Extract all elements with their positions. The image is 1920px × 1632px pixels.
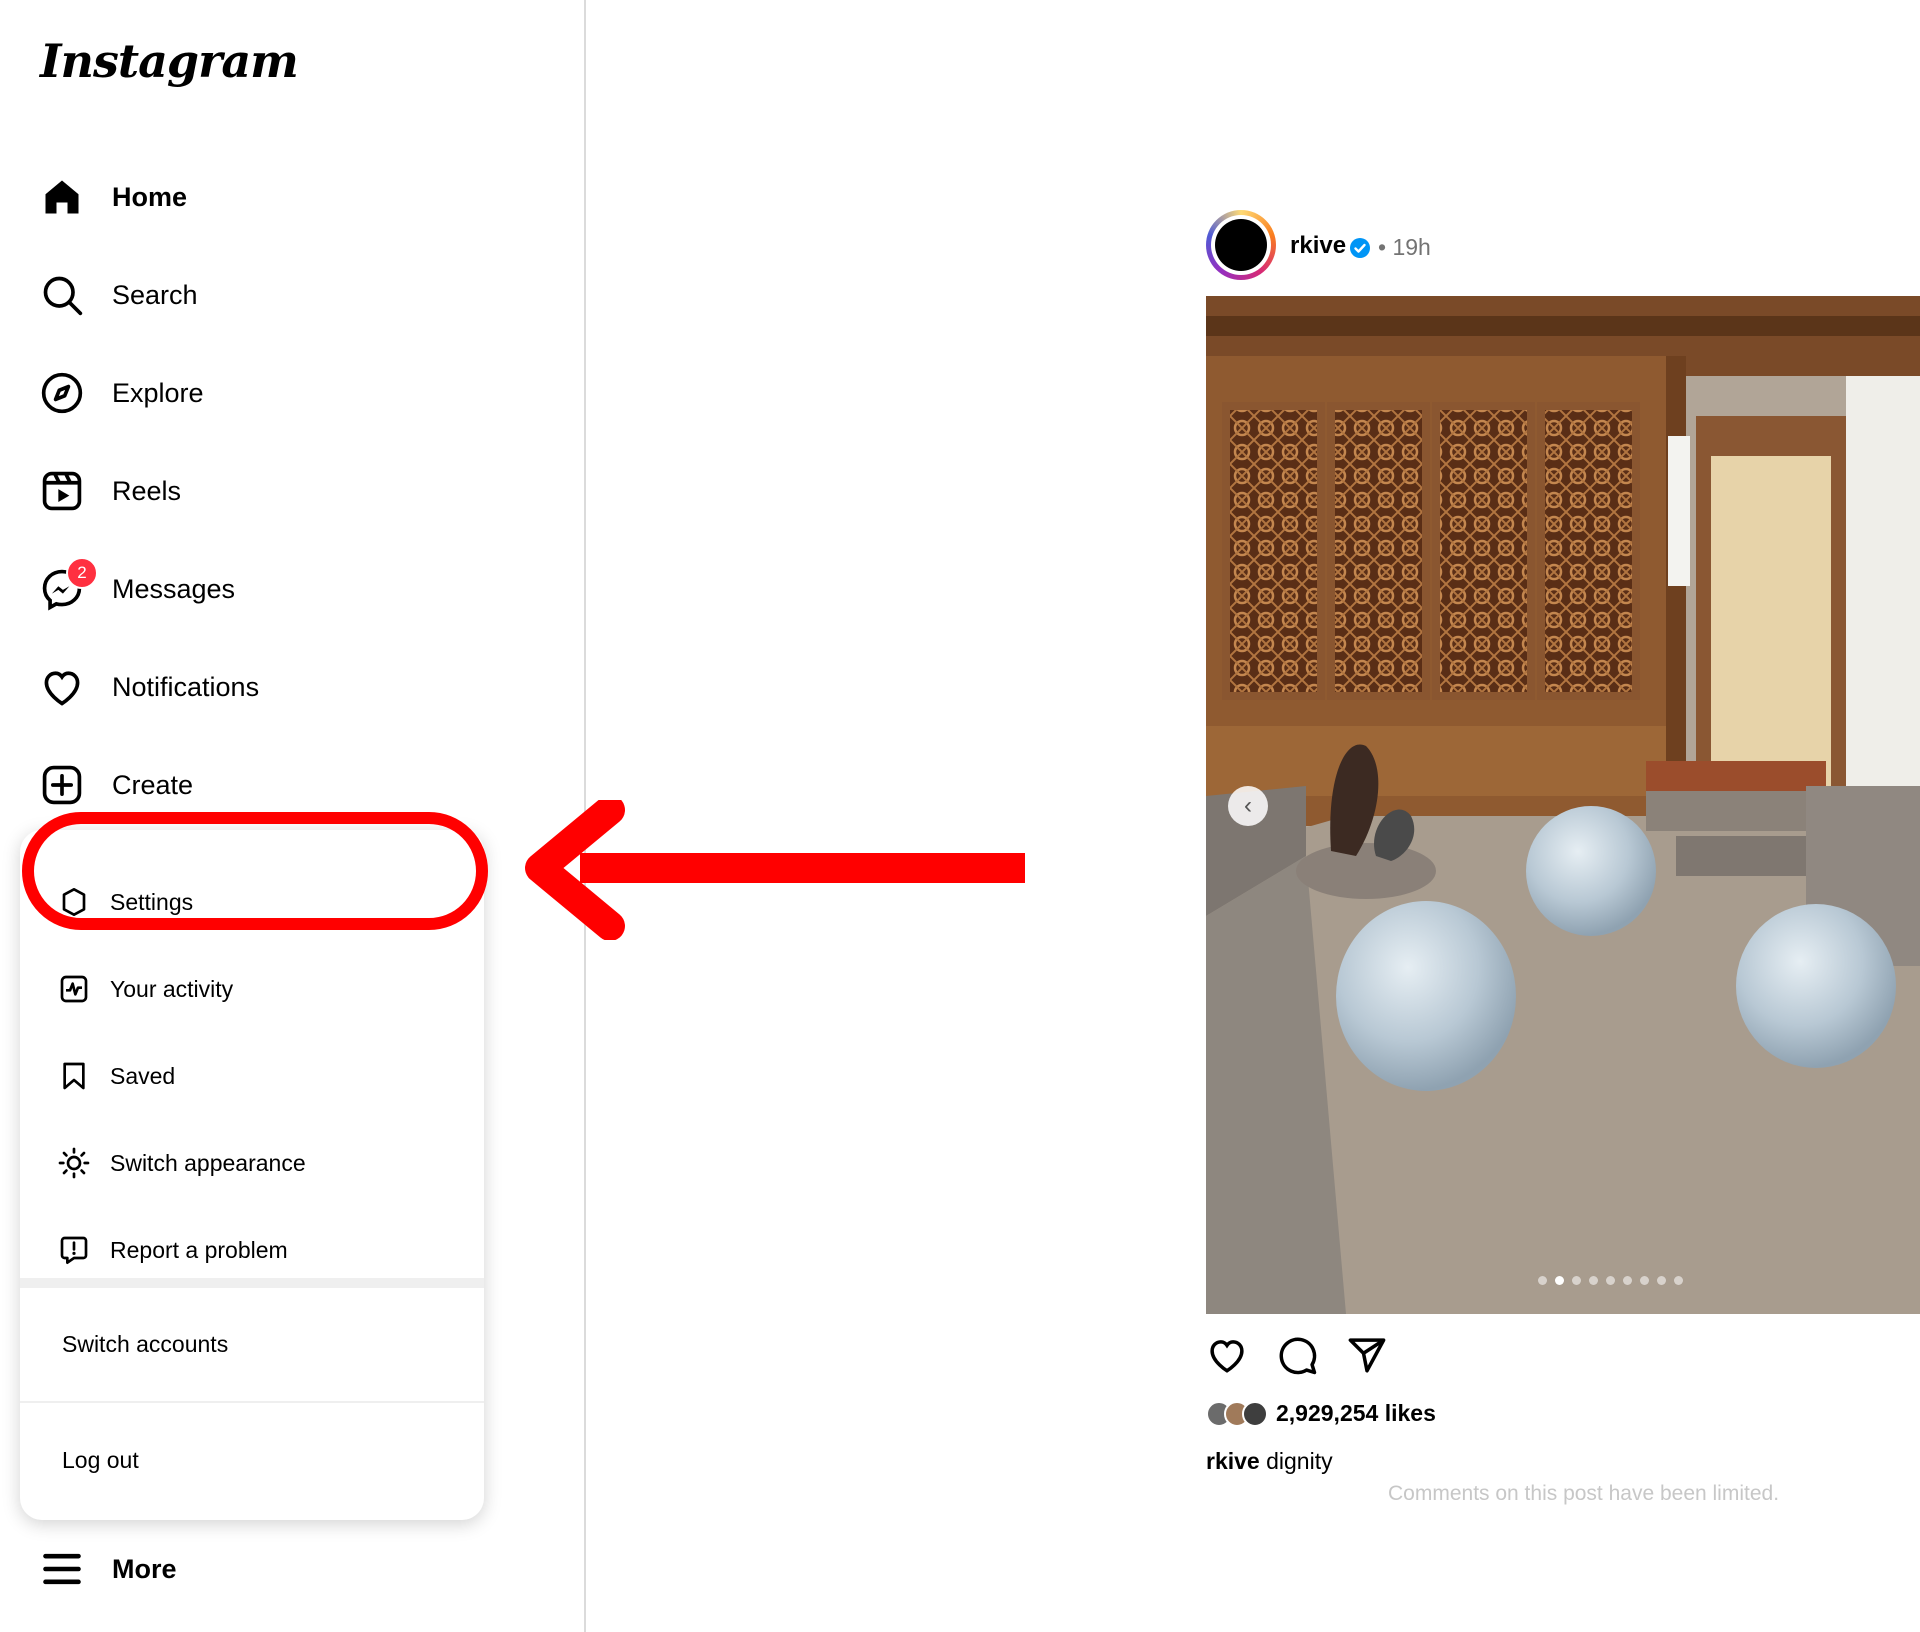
menu-your-activity[interactable]: Your activity	[58, 954, 233, 1024]
plus-square-icon	[42, 765, 82, 805]
home-icon	[45, 180, 79, 214]
caption-username[interactable]: rkive	[1206, 1448, 1260, 1474]
nav-notifications-label: Notifications	[112, 671, 260, 702]
reels-icon	[42, 471, 82, 511]
menu-divider	[20, 1278, 484, 1288]
menu-log-out[interactable]: Log out	[62, 1447, 139, 1474]
nav-more[interactable]: More	[40, 1534, 177, 1604]
compass-icon	[41, 372, 83, 414]
nav-reels[interactable]: Reels	[40, 456, 181, 526]
menu-report-problem-label: Report a problem	[110, 1236, 288, 1263]
carousel-dots	[1538, 1276, 1683, 1285]
heart-icon	[44, 671, 80, 706]
nav-search-label: Search	[112, 279, 198, 310]
likes-count: 2,929,254 likes	[1276, 1400, 1436, 1426]
carousel-prev-button[interactable]: ‹	[1228, 786, 1268, 826]
post-photo-illustration	[1206, 296, 1920, 1314]
nav-create[interactable]: Create	[40, 750, 193, 820]
hamburger-icon	[43, 1553, 81, 1585]
verified-icon	[1350, 238, 1370, 258]
comment-icon[interactable]	[1276, 1334, 1318, 1376]
menu-report-problem[interactable]: Report a problem	[58, 1215, 288, 1285]
bookmark-icon	[63, 1062, 85, 1090]
nav-search[interactable]: Search	[40, 260, 198, 330]
menu-saved[interactable]: Saved	[58, 1041, 175, 1111]
likes-row[interactable]: 2,929,254 likes	[1206, 1400, 1436, 1427]
carousel-dot	[1572, 1276, 1581, 1285]
carousel-dot	[1538, 1276, 1547, 1285]
post-caption: rkive dignity	[1206, 1448, 1333, 1475]
nav-messages-label: Messages	[112, 573, 236, 604]
carousel-dot	[1657, 1276, 1666, 1285]
liker-avatar	[1242, 1400, 1268, 1427]
menu-your-activity-label: Your activity	[110, 975, 234, 1002]
nav-create-label: Create	[112, 769, 194, 800]
messages-badge: 2	[66, 557, 98, 589]
menu-divider-thin	[20, 1401, 484, 1403]
carousel-dot	[1640, 1276, 1649, 1285]
caption-text: dignity	[1266, 1448, 1333, 1474]
nav-reels-label: Reels	[112, 475, 182, 506]
carousel-dot	[1589, 1276, 1598, 1285]
more-menu: Settings Your activity Saved Switch appe…	[20, 830, 484, 1520]
carousel-dot	[1606, 1276, 1615, 1285]
nav-notifications[interactable]: Notifications	[40, 652, 259, 722]
post-image[interactable]	[1206, 296, 1920, 1314]
annotation-arrow	[525, 800, 1025, 940]
post-actions	[1206, 1334, 1388, 1376]
activity-icon	[60, 975, 88, 1003]
menu-switch-appearance-label: Switch appearance	[110, 1149, 306, 1176]
share-icon[interactable]	[1346, 1334, 1388, 1376]
nav-home[interactable]: Home	[40, 162, 187, 232]
menu-switch-appearance[interactable]: Switch appearance	[58, 1128, 306, 1198]
like-heart-icon[interactable]	[1206, 1334, 1248, 1376]
annotation-oval	[22, 812, 488, 930]
nav-messages[interactable]: 2 Messages	[40, 554, 235, 624]
post-username[interactable]: rkive	[1290, 232, 1346, 260]
instagram-logo[interactable]: Instagram	[40, 34, 299, 88]
post-time: • 19h	[1378, 234, 1431, 261]
report-icon	[60, 1236, 88, 1264]
messages-icon-wrap: 2	[40, 557, 98, 611]
nav-more-label: More	[112, 1553, 177, 1584]
nav-explore[interactable]: Explore	[40, 358, 204, 428]
menu-saved-label: Saved	[110, 1062, 176, 1089]
sun-icon	[58, 1147, 90, 1179]
carousel-dot	[1674, 1276, 1683, 1285]
comments-limited-notice: Comments on this post have been limited.	[1388, 1482, 1780, 1505]
post-avatar[interactable]	[1206, 210, 1276, 280]
carousel-dot	[1623, 1276, 1632, 1285]
search-icon	[43, 276, 83, 316]
avatar-image	[1215, 219, 1267, 271]
nav-explore-label: Explore	[112, 377, 204, 408]
time-separator: •	[1378, 234, 1387, 260]
menu-switch-accounts[interactable]: Switch accounts	[62, 1331, 228, 1358]
nav-home-label: Home	[112, 181, 188, 212]
carousel-dot	[1555, 1276, 1564, 1285]
time-value: 19h	[1392, 234, 1431, 260]
